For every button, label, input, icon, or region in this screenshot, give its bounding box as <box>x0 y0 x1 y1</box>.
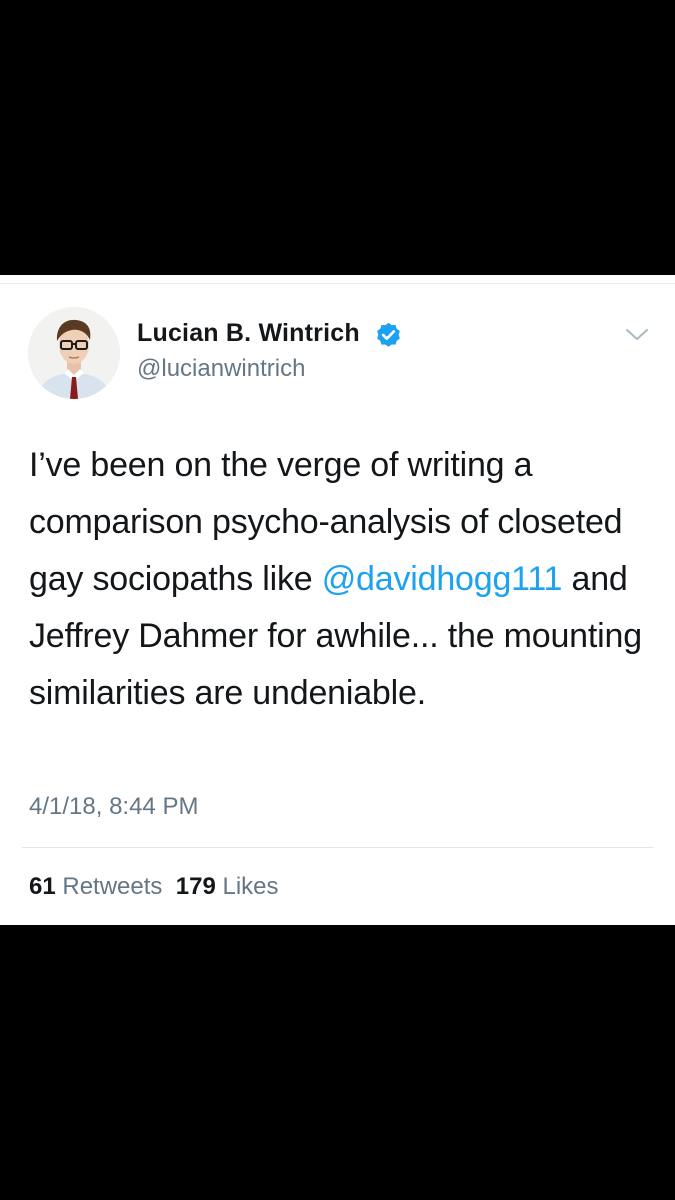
stats-divider <box>22 847 653 848</box>
tweet-stats: 61 Retweets 179 Likes <box>29 873 279 901</box>
likes-stat[interactable]: 179 Likes <box>176 873 279 900</box>
retweets-count: 61 <box>29 873 56 900</box>
retweets-stat[interactable]: 61 Retweets <box>29 873 162 900</box>
top-divider <box>0 283 675 284</box>
verified-badge-icon <box>377 322 400 347</box>
likes-label: Likes <box>222 873 279 900</box>
avatar[interactable] <box>28 307 120 399</box>
avatar-image <box>28 307 120 399</box>
likes-count: 179 <box>175 873 216 900</box>
display-name[interactable]: Lucian B. Wintrich <box>137 319 360 348</box>
tweet-text: I’ve been on the verge of writing a comp… <box>29 437 649 722</box>
handle[interactable]: @lucianwintrich <box>137 355 305 383</box>
chevron-down-icon[interactable] <box>623 325 651 345</box>
mention-link[interactable]: @davidhogg111 <box>322 560 563 598</box>
timestamp[interactable]: 4/1/18, 8:44 PM <box>29 793 198 821</box>
retweets-label: Retweets <box>62 873 163 900</box>
tweet-card: Lucian B. Wintrich @lucianwintrich I’ve … <box>0 275 675 925</box>
